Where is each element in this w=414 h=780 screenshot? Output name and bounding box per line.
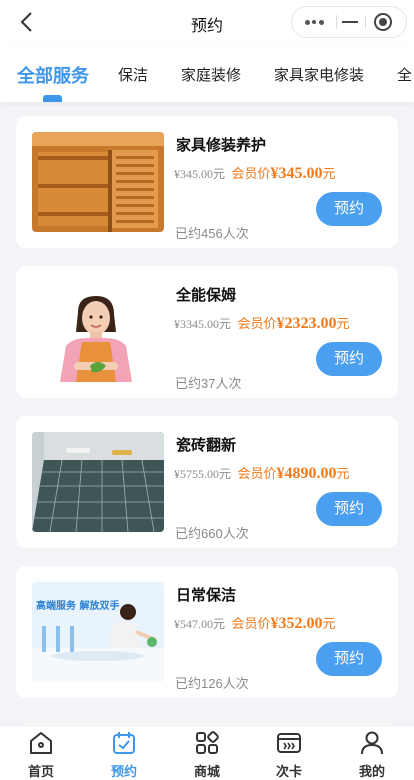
tabbar-label: 商城 (193, 764, 220, 779)
nav-bar: 预约 (0, 0, 414, 44)
member-price: ¥2323.00 (276, 315, 337, 332)
original-price: ¥345.00元 (174, 167, 226, 181)
member-price-label: 会员价 (237, 466, 277, 481)
booked-count: 已约456人次 (175, 226, 249, 241)
card-icon (276, 730, 302, 756)
member-price-unit: 元 (322, 166, 336, 181)
tile-floor-photo (32, 432, 164, 532)
tabbar-item-shop[interactable]: 商城 (177, 726, 237, 780)
booked-count: 已约37人次 (175, 376, 242, 391)
member-price-unit: 元 (336, 316, 350, 331)
book-button[interactable]: 预约 (316, 342, 382, 376)
booking-page: 预约 全部服务 保洁 家庭装修 家具家电修装 全 家具修装养护 ¥345.00元… (0, 0, 414, 780)
service-title: 瓷砖翻新 (176, 437, 237, 454)
tab-home-renovation[interactable]: 家庭装修 (181, 64, 241, 85)
tabbar-label: 次卡 (275, 764, 302, 779)
service-image (32, 132, 164, 232)
booked-count: 已约126人次 (175, 676, 249, 691)
book-button[interactable]: 预约 (316, 492, 382, 526)
service-title: 日常保洁 (176, 587, 237, 604)
price-row: ¥5755.00元 会员价¥4890.00元 (174, 463, 350, 483)
poster-text: 高端服务 解放双手 (36, 599, 119, 612)
more-dots-icon (305, 20, 310, 25)
service-image: 高端服务 解放双手 (32, 582, 164, 682)
original-price: ¥5755.00元 (174, 467, 232, 481)
service-card[interactable]: 瓷砖翻新 ¥5755.00元 会员价¥4890.00元 已约660人次 预约 (16, 416, 398, 548)
cleaning-poster-photo: 高端服务 解放双手 (32, 582, 164, 682)
user-icon (359, 730, 385, 756)
bottom-tab-bar: 首页 预约 商城 次卡 我的 (0, 725, 414, 780)
mini-program-capsule (291, 6, 407, 38)
tab-all-services[interactable]: 全部服务 (17, 62, 89, 88)
book-button[interactable]: 预约 (316, 192, 382, 226)
member-price-label: 会员价 (237, 316, 277, 331)
book-button[interactable]: 预约 (316, 642, 382, 676)
minimize-icon[interactable] (336, 7, 364, 37)
member-price-label: 会员价 (231, 166, 271, 181)
member-price: ¥4890.00 (276, 465, 337, 482)
member-price-unit: 元 (336, 466, 350, 481)
home-icon (28, 730, 54, 756)
tabbar-label: 我的 (358, 764, 385, 779)
service-image (32, 282, 164, 382)
service-card[interactable]: 全能保姆 ¥3345.00元 会员价¥2323.00元 已约37人次 预约 (16, 266, 398, 398)
wooden-cabinet-photo (32, 132, 164, 232)
target-close-icon[interactable] (372, 11, 394, 33)
service-title: 全能保姆 (176, 287, 237, 304)
tab-indicator (43, 95, 62, 102)
calendar-check-icon (111, 730, 137, 756)
price-row: ¥345.00元 会员价¥345.00元 (174, 163, 336, 183)
tab-partial[interactable]: 全 (397, 64, 414, 85)
tab-furniture-appliance-repair[interactable]: 家具家电修装 (274, 64, 364, 85)
more-dot (312, 20, 316, 24)
service-title: 家具修装养护 (176, 137, 267, 154)
tabbar-label: 预约 (110, 764, 137, 779)
housekeeper-photo (32, 282, 164, 382)
service-image (32, 432, 164, 532)
member-price-label: 会员价 (231, 616, 271, 631)
price-row: ¥3345.00元 会员价¥2323.00元 (174, 313, 350, 333)
original-price: ¥547.00元 (174, 617, 226, 631)
category-tabs: 全部服务 保洁 家庭装修 家具家电修装 全 (0, 44, 414, 102)
tabbar-label: 首页 (27, 764, 54, 779)
grid-shop-icon (194, 730, 220, 756)
tabbar-item-booking[interactable]: 预约 (94, 726, 154, 780)
tabbar-item-pass-card[interactable]: 次卡 (259, 726, 319, 780)
service-card[interactable]: 高端服务 解放双手 日常保洁 ¥547.00元 会员价¥352.00元 已约12… (16, 566, 398, 698)
price-row: ¥547.00元 会员价¥352.00元 (174, 613, 336, 633)
member-price-unit: 元 (322, 616, 336, 631)
service-card[interactable]: 家具修装养护 ¥345.00元 会员价¥345.00元 已约456人次 预约 (16, 116, 398, 248)
booked-count: 已约660人次 (175, 526, 249, 541)
capsule-divider (365, 15, 366, 29)
member-price: ¥345.00 (270, 165, 323, 182)
tabbar-item-home[interactable]: 首页 (11, 726, 71, 780)
member-price: ¥352.00 (270, 615, 323, 632)
more-button[interactable] (292, 7, 336, 37)
tab-cleaning[interactable]: 保洁 (118, 64, 148, 85)
original-price: ¥3345.00元 (174, 317, 232, 331)
tabbar-item-profile[interactable]: 我的 (342, 726, 402, 780)
more-dot (319, 20, 324, 25)
